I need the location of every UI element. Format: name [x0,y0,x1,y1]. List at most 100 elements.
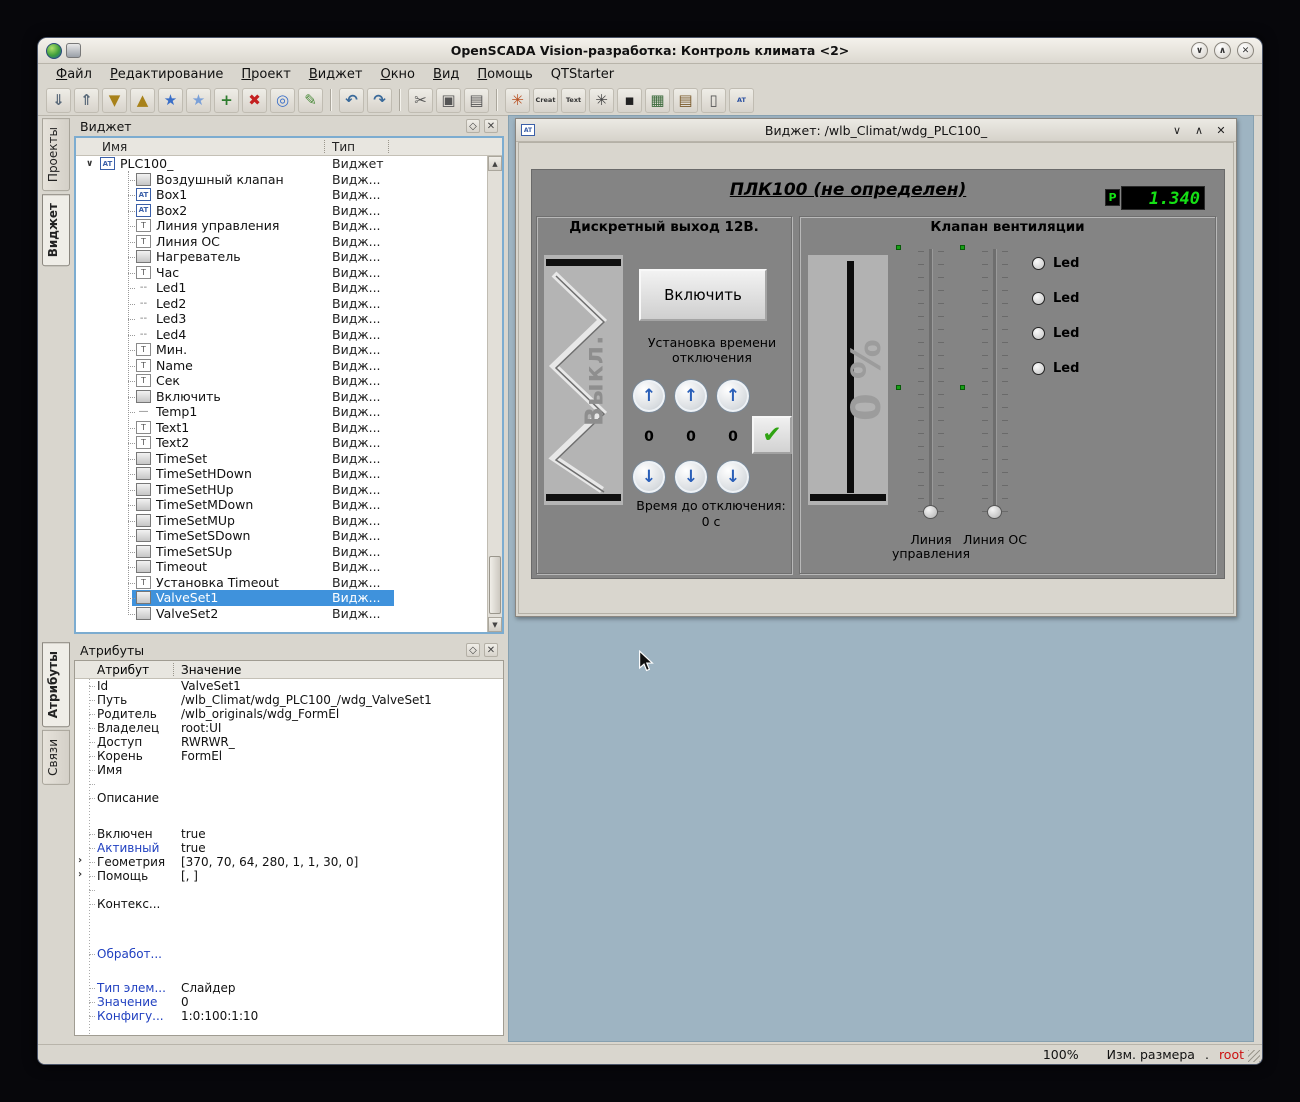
attr-row[interactable] [75,777,503,791]
tree-item-Led2[interactable]: --Led2Видж... [76,296,487,312]
tree-item-ValveSet1[interactable]: ValveSet1Видж... [76,590,487,606]
attr-row-Тип элем...[interactable]: Тип элем...Слайдер [75,981,503,995]
toolbar-new-widget-button[interactable]: ★ [158,88,183,113]
titlebar[interactable]: OpenSCADA Vision-разработка: Контроль кл… [38,38,1262,64]
tree-item-Box1[interactable]: ATBox1Видж... [76,187,487,203]
widget-panel-header[interactable]: Виджет ◇ ✕ [74,116,504,136]
tree-item-Час[interactable]: TЧасВидж... [76,265,487,281]
attr-value[interactable]: true [181,841,206,855]
attr-value[interactable]: [370, 70, 64, 280, 1, 1, 30, 0] [181,855,358,869]
slider-handle[interactable] [923,505,938,519]
led-indicator[interactable] [1032,362,1045,375]
apply-button[interactable]: ✔ [752,416,792,454]
scroll-up-icon[interactable]: ▲ [488,156,502,171]
spin-down-button-hours[interactable]: ↓ [632,460,666,494]
attr-row-Доступ[interactable]: ДоступRWRWR_ [75,735,503,749]
tree-item-TimeSetMDown[interactable]: TimeSetMDownВидж... [76,497,487,513]
attr-row-Обработ...[interactable]: Обработ... [75,947,503,981]
toolbar-load-item-button[interactable]: ▼ [102,88,127,113]
toolbar-item-edit-button[interactable]: ✎ [298,88,323,113]
tree-item-Text1[interactable]: TText1Видж... [76,420,487,436]
toolbar-cut-button[interactable]: ✂ [408,88,433,113]
attr-row-Id[interactable]: IdValveSet1 [75,679,503,693]
tree-item-Мин.[interactable]: TМин.Видж... [76,342,487,358]
feedback-line-slider[interactable] [982,247,1008,520]
menu-item-file[interactable]: Файл [48,65,100,84]
attr-column-value[interactable]: Значение [181,663,241,677]
led-indicator[interactable] [1032,257,1045,270]
attr-row-Значение[interactable]: Значение0 [75,995,503,1009]
tree-scrollbar[interactable]: ▲ ▼ [487,156,502,632]
tree-item-Led3[interactable]: --Led3Видж... [76,311,487,327]
tree-item-Led1[interactable]: --Led1Видж... [76,280,487,296]
attr-value[interactable]: 1:0:100:1:10 [181,1009,258,1023]
tree-column-type[interactable]: Тип [332,140,355,154]
tree-item-Text2[interactable]: TText2Видж... [76,435,487,451]
toolbar-delete-widget-button[interactable]: ✖ [242,88,267,113]
attr-row-Родитель[interactable]: Родитель/wlb_originals/wdg_FormEl [75,707,503,721]
toolbar-elem-text-button[interactable]: Text [561,88,586,113]
panel-close-icon[interactable]: ✕ [484,119,498,133]
attributes-header[interactable]: Атрибут Значение [75,661,503,679]
attr-value[interactable]: Слайдер [181,981,236,995]
tree-item-Name[interactable]: TNameВидж... [76,358,487,374]
attr-row-Владелец[interactable]: Владелецroot:UI [75,721,503,735]
tree-item-Сек[interactable]: TСекВидж... [76,373,487,389]
widget-canvas[interactable]: ПЛК100 (не определен) P 1.340 Дискретный… [531,169,1225,579]
toolbar-elem-protocol-button[interactable]: ▤ [673,88,698,113]
tree-item-Установка Timeout[interactable]: TУстановка TimeoutВидж... [76,575,487,591]
toolbar-save-item-button[interactable]: ▲ [130,88,155,113]
toolbar-run-widget-button[interactable]: ✳ [505,88,530,113]
spin-up-button-seconds[interactable]: ↑ [716,379,750,413]
attr-value[interactable]: ValveSet1 [181,679,241,693]
expand-icon[interactable]: › [78,869,82,880]
attr-value[interactable]: [, ] [181,869,198,883]
toolbar-paste-button[interactable]: ▤ [464,88,489,113]
tree-item-TimeSetSUp[interactable]: TimeSetSUpВидж... [76,544,487,560]
side-tab-attributes[interactable]: Атрибуты [42,642,70,727]
window-minimize-button[interactable]: ∨ [1191,42,1208,59]
tree-item-Нагреватель[interactable]: НагревательВидж... [76,249,487,265]
tree-item-Включить[interactable]: ВключитьВидж... [76,389,487,405]
attributes-panel-header[interactable]: Атрибуты ◇ ✕ [74,640,504,660]
panel-float-icon[interactable]: ◇ [466,119,480,133]
attr-row-Помощь[interactable]: ›Помощь[, ] [75,869,503,883]
attr-row-Конфигу...[interactable]: Конфигу...1:0:100:1:10 [75,1009,503,1023]
attr-value[interactable]: RWRWR_ [181,735,235,749]
menu-item-view[interactable]: Вид [425,65,467,84]
window-maximize-button[interactable]: ∧ [1214,42,1231,59]
widget-window-shade-button[interactable]: ∨ [1170,124,1184,137]
attr-row-Имя[interactable]: Имя [75,763,503,777]
attr-row-Контекс...[interactable]: Контекс... [75,897,503,947]
widget-window-titlebar[interactable]: AT Виджет: /wlb_Climat/wdg_PLC100_ ∨∧✕ [516,119,1236,142]
widget-window-maximize-button[interactable]: ∧ [1192,124,1206,137]
tree-item-Box2[interactable]: ATBox2Видж... [76,203,487,219]
widget-window-close-button[interactable]: ✕ [1214,124,1228,137]
expand-icon[interactable]: › [78,855,82,866]
menu-item-qtstarter[interactable]: QTStarter [543,65,622,84]
tree-item-TimeSet[interactable]: TimeSetВидж... [76,451,487,467]
attr-row[interactable] [75,883,503,897]
attr-row-Описание[interactable]: Описание [75,791,503,827]
toolbar-elem-diagram-button[interactable]: ▦ [645,88,670,113]
spin-up-button-hours[interactable]: ↑ [632,379,666,413]
toolbar-copy-button[interactable]: ▣ [436,88,461,113]
toolbar-elem-form-button[interactable]: ✳ [589,88,614,113]
attr-value[interactable]: true [181,827,206,841]
tree-header[interactable]: Имя Тип [76,138,502,156]
led-indicator[interactable] [1032,327,1045,340]
toolbar-new-library-button[interactable]: ★ [186,88,211,113]
attr-value[interactable]: FormEl [181,749,222,763]
toolbar-redo-button[interactable]: ↷ [367,88,392,113]
attr-row-Активный[interactable]: Активныйtrue [75,841,503,855]
spin-down-button-minutes[interactable]: ↓ [674,460,708,494]
attr-column-name[interactable]: Атрибут [97,663,149,677]
tree-item-Линия ОС[interactable]: TЛиния ОСВидж... [76,234,487,250]
tree-column-name[interactable]: Имя [102,140,127,154]
widget-edit-window[interactable]: AT Виджет: /wlb_Climat/wdg_PLC100_ ∨∧✕ П… [515,118,1237,617]
toolbar-elem-box-button[interactable]: AT [729,88,754,113]
toolbar-elem-figures-button[interactable]: Creat [533,88,558,113]
attr-row-Включен[interactable]: Включенtrue [75,827,503,841]
attr-value[interactable]: root:UI [181,721,221,735]
power-on-button[interactable]: Включить [639,269,767,321]
